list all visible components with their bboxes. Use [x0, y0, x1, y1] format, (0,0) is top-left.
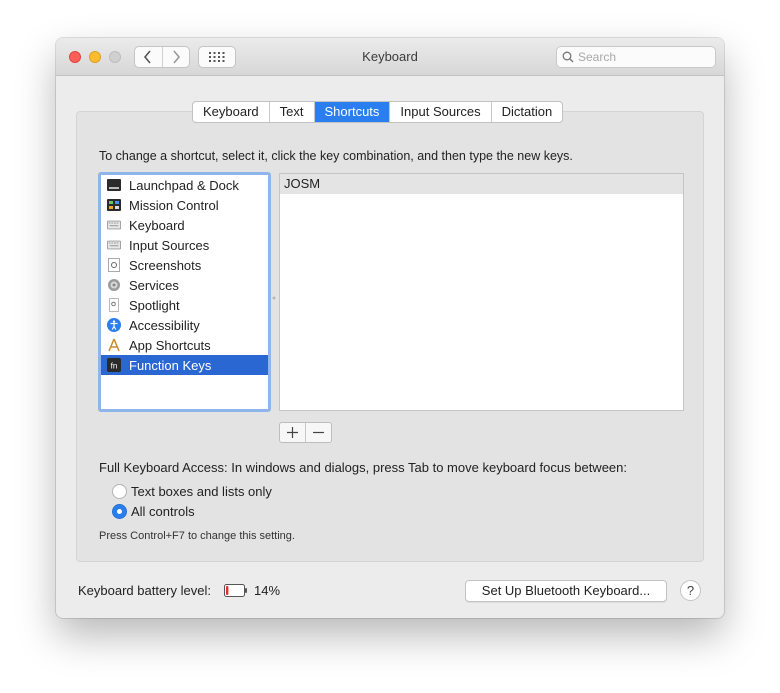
battery-percent: 14% — [254, 583, 281, 598]
category-keyboard[interactable]: Keyboard — [101, 215, 268, 235]
shortcut-list[interactable]: JOSM — [279, 173, 684, 411]
radio-button[interactable] — [112, 504, 127, 519]
category-label: Input Sources — [129, 237, 210, 253]
search-field[interactable]: Search — [556, 46, 716, 68]
mission-control-icon — [107, 198, 121, 212]
keyboard-access-hint: Press Control+F7 to change this setting. — [99, 530, 295, 542]
category-label: Mission Control — [129, 197, 219, 213]
tab-keyboard[interactable]: Keyboard — [193, 102, 269, 122]
shortcut-category-list[interactable]: Launchpad & Dock Mission Control Keyboar… — [98, 172, 271, 412]
radio-label: Text boxes and lists only — [131, 484, 272, 499]
category-label: Function Keys — [129, 357, 212, 373]
tab-bar: Keyboard Text Shortcuts Input Sources Di… — [192, 101, 564, 123]
radio-button[interactable] — [112, 484, 127, 499]
category-label: Launchpad & Dock — [129, 177, 239, 193]
radio-label: All controls — [131, 504, 195, 519]
title-bar: Keyboard Search — [56, 38, 724, 76]
tab-shortcuts[interactable]: Shortcuts — [313, 102, 390, 122]
category-accessibility[interactable]: Accessibility — [101, 315, 268, 335]
search-placeholder: Search — [578, 50, 617, 64]
category-screenshots[interactable]: Screenshots — [101, 255, 268, 275]
battery-fill — [226, 586, 229, 595]
category-services[interactable]: Services — [101, 275, 268, 295]
shortcut-instruction: To change a shortcut, select it, click t… — [99, 149, 573, 163]
input-sources-icon — [107, 238, 121, 252]
battery-icon — [224, 584, 247, 597]
split-view-divider[interactable] — [272, 289, 276, 300]
accessibility-icon — [107, 318, 121, 332]
screenshots-icon — [107, 258, 121, 272]
category-function-keys[interactable]: fn Function Keys — [101, 355, 268, 375]
category-app-shortcuts[interactable]: App Shortcuts — [101, 335, 268, 355]
minus-icon — [313, 431, 325, 434]
category-input-sources[interactable]: Input Sources — [101, 235, 268, 255]
add-shortcut-button[interactable] — [280, 423, 305, 442]
full-keyboard-access-label: Full Keyboard Access: In windows and dia… — [99, 460, 627, 475]
remove-shortcut-button[interactable] — [305, 423, 331, 442]
spotlight-icon — [107, 298, 121, 312]
keyboard-icon — [107, 218, 121, 232]
category-mission-control[interactable]: Mission Control — [101, 195, 268, 215]
category-label: App Shortcuts — [129, 337, 211, 353]
category-label: Services — [129, 277, 179, 293]
shortcut-row[interactable]: JOSM — [280, 174, 683, 194]
tab-text[interactable]: Text — [268, 102, 314, 122]
search-icon — [562, 51, 574, 63]
category-launchpad-dock[interactable]: Launchpad & Dock — [101, 175, 268, 195]
add-remove-control — [279, 422, 332, 443]
category-label: Screenshots — [129, 257, 202, 273]
app-shortcuts-icon — [107, 338, 121, 352]
help-button[interactable]: ? — [680, 580, 701, 601]
category-label: Spotlight — [129, 297, 180, 313]
category-spotlight[interactable]: Spotlight — [101, 295, 268, 315]
set-up-bluetooth-keyboard-button[interactable]: Set Up Bluetooth Keyboard... — [465, 580, 667, 602]
radio-all-controls[interactable]: All controls — [112, 504, 195, 519]
fn-icon: fn — [107, 358, 121, 372]
svg-text:fn: fn — [111, 362, 118, 371]
category-label: Accessibility — [129, 317, 200, 333]
launchpad-dock-icon — [107, 178, 121, 192]
keyboard-preferences-window: Keyboard Search Keyboard Text Shortcuts … — [56, 38, 724, 618]
tab-dictation[interactable]: Dictation — [490, 102, 563, 122]
battery-level-label: Keyboard battery level: — [78, 583, 211, 598]
category-label: Keyboard — [129, 217, 185, 233]
tab-input-sources[interactable]: Input Sources — [389, 102, 490, 122]
plus-icon — [287, 427, 299, 438]
radio-text-boxes-lists-only[interactable]: Text boxes and lists only — [112, 484, 272, 499]
gear-icon — [107, 278, 121, 292]
